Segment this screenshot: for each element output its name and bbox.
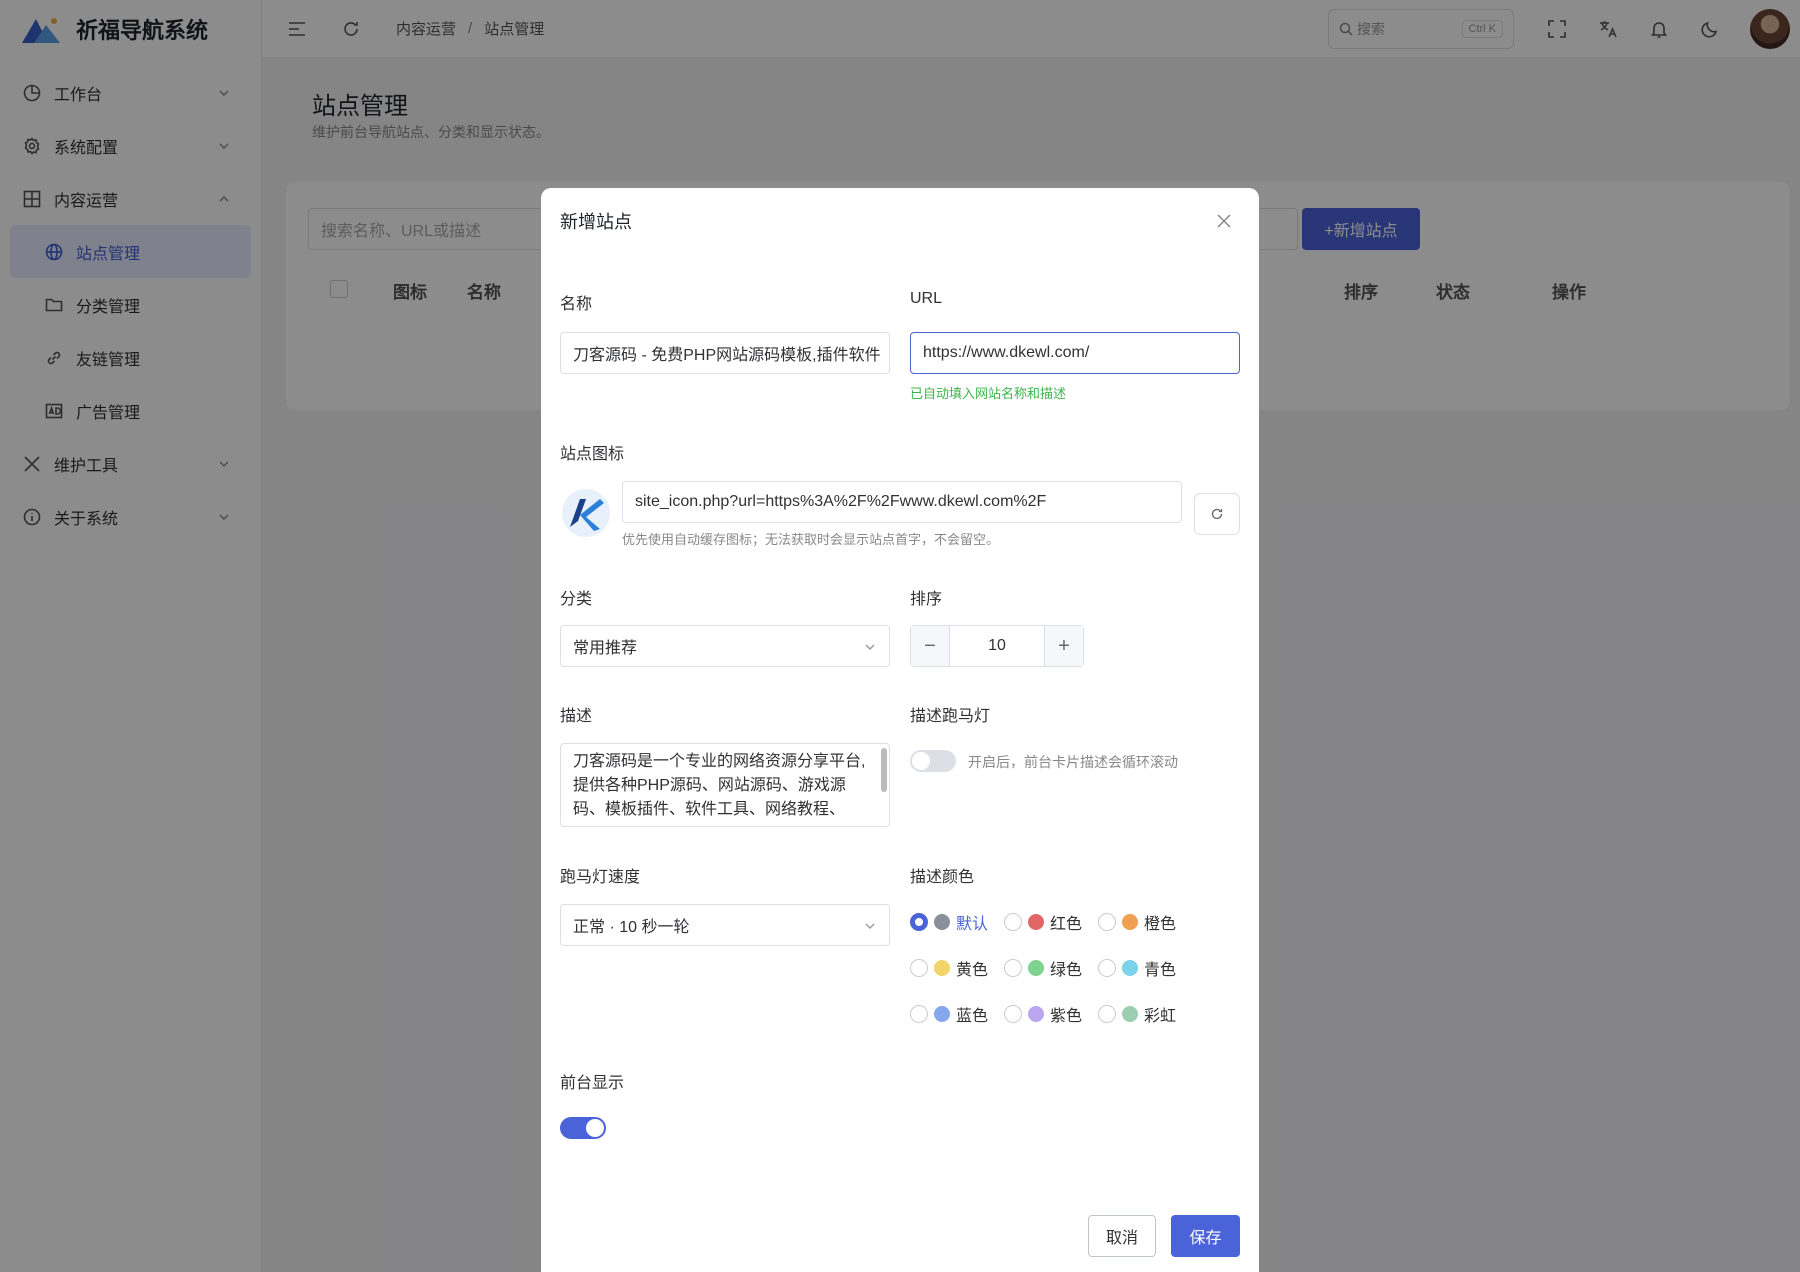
color-swatch <box>1028 960 1044 976</box>
visible-toggle[interactable] <box>560 1117 606 1139</box>
name-label: 名称 <box>560 296 593 313</box>
site-favicon-icon <box>562 489 610 537</box>
chevron-down-icon <box>865 644 875 650</box>
color-option-label: 红色 <box>1050 916 1083 933</box>
icon-url-input[interactable]: site_icon.php?url=https%3A%2F%2Fwww.dkew… <box>622 481 1182 523</box>
color-option-label: 蓝色 <box>956 1008 989 1025</box>
color-option[interactable]: 青色 <box>1098 956 1176 980</box>
icon-hint: 优先使用自动缓存图标；无法获取时会显示站点首字，不会留空。 <box>622 532 1000 547</box>
chevron-down-icon <box>865 923 875 929</box>
color-option-label: 黄色 <box>956 962 989 979</box>
color-option[interactable]: 绿色 <box>1004 956 1082 980</box>
marquee-hint: 开启后，前台卡片描述会循环滚动 <box>968 754 1178 770</box>
sort-stepper: − 10 + <box>910 625 1084 667</box>
radio-circle[interactable] <box>1004 913 1022 931</box>
radio-circle[interactable] <box>910 1005 928 1023</box>
color-option[interactable]: 红色 <box>1004 910 1082 934</box>
sort-label: 排序 <box>910 591 943 608</box>
color-option[interactable]: 默认 <box>910 910 988 934</box>
visible-label: 前台显示 <box>560 1075 625 1092</box>
refresh-icon-button[interactable] <box>1194 493 1240 535</box>
url-input[interactable]: https://www.dkewl.com/ <box>910 332 1240 374</box>
category-label: 分类 <box>560 591 593 608</box>
color-swatch <box>1122 914 1138 930</box>
color-option-label: 紫色 <box>1050 1008 1083 1025</box>
marquee-label: 描述跑马灯 <box>910 708 991 725</box>
color-swatch <box>1122 1006 1138 1022</box>
description-label: 描述 <box>560 708 593 725</box>
color-option-label: 默认 <box>956 916 989 933</box>
color-label: 描述颜色 <box>910 869 975 886</box>
name-input[interactable]: 刀客源码 - 免费PHP网站源码模板,插件软件 <box>560 332 890 374</box>
color-swatch <box>1122 960 1138 976</box>
refresh-icon <box>1211 508 1223 520</box>
radio-circle[interactable] <box>1098 959 1116 977</box>
category-select[interactable]: 常用推荐 <box>560 625 890 667</box>
radio-circle[interactable] <box>1098 913 1116 931</box>
description-value: 刀客源码是一个专业的网络资源分享平台,提供各种PHP源码、网站源码、游戏源码、模… <box>573 753 866 818</box>
toggle-knob <box>586 1119 604 1137</box>
color-option-label: 橙色 <box>1144 916 1177 933</box>
radio-circle[interactable] <box>1098 1005 1116 1023</box>
color-option[interactable]: 紫色 <box>1004 1002 1082 1026</box>
color-option-label: 青色 <box>1144 962 1177 979</box>
color-swatch <box>1028 1006 1044 1022</box>
color-option[interactable]: 黄色 <box>910 956 988 980</box>
add-site-dialog: 新增站点 名称 刀客源码 - 免费PHP网站源码模板,插件软件 URL http… <box>541 188 1259 1272</box>
speed-select[interactable]: 正常 · 10 秒一轮 <box>560 904 890 946</box>
color-swatch <box>934 914 950 930</box>
sort-increment-button[interactable]: + <box>1045 626 1083 666</box>
color-option-label: 彩虹 <box>1144 1008 1177 1025</box>
url-autofill-hint: 已自动填入网站名称和描述 <box>910 386 1067 401</box>
sort-decrement-button[interactable]: − <box>911 626 949 666</box>
category-value: 常用推荐 <box>573 640 638 657</box>
toggle-knob <box>912 752 930 770</box>
color-option-label: 绿色 <box>1050 962 1083 979</box>
color-swatch <box>934 960 950 976</box>
color-option[interactable]: 蓝色 <box>910 1002 988 1026</box>
marquee-toggle[interactable] <box>910 750 956 772</box>
close-icon[interactable] <box>1215 212 1233 230</box>
dialog-title: 新增站点 <box>560 212 632 232</box>
radio-circle[interactable] <box>910 913 928 931</box>
sort-value[interactable]: 10 <box>949 626 1045 666</box>
speed-value: 正常 · 10 秒一轮 <box>573 919 690 936</box>
radio-circle[interactable] <box>910 959 928 977</box>
color-option[interactable]: 彩虹 <box>1098 1002 1176 1026</box>
speed-label: 跑马灯速度 <box>560 869 641 886</box>
description-textarea[interactable]: 刀客源码是一个专业的网络资源分享平台,提供各种PHP源码、网站源码、游戏源码、模… <box>560 743 890 827</box>
color-swatch <box>1028 914 1044 930</box>
save-button[interactable]: 保存 <box>1171 1215 1240 1257</box>
icon-label: 站点图标 <box>560 446 625 463</box>
url-label: URL <box>910 290 943 307</box>
color-option[interactable]: 橙色 <box>1098 910 1176 934</box>
textarea-scrollbar[interactable] <box>881 748 887 792</box>
radio-circle[interactable] <box>1004 1005 1022 1023</box>
cancel-button[interactable]: 取消 <box>1088 1215 1156 1257</box>
color-swatch <box>934 1006 950 1022</box>
radio-circle[interactable] <box>1004 959 1022 977</box>
